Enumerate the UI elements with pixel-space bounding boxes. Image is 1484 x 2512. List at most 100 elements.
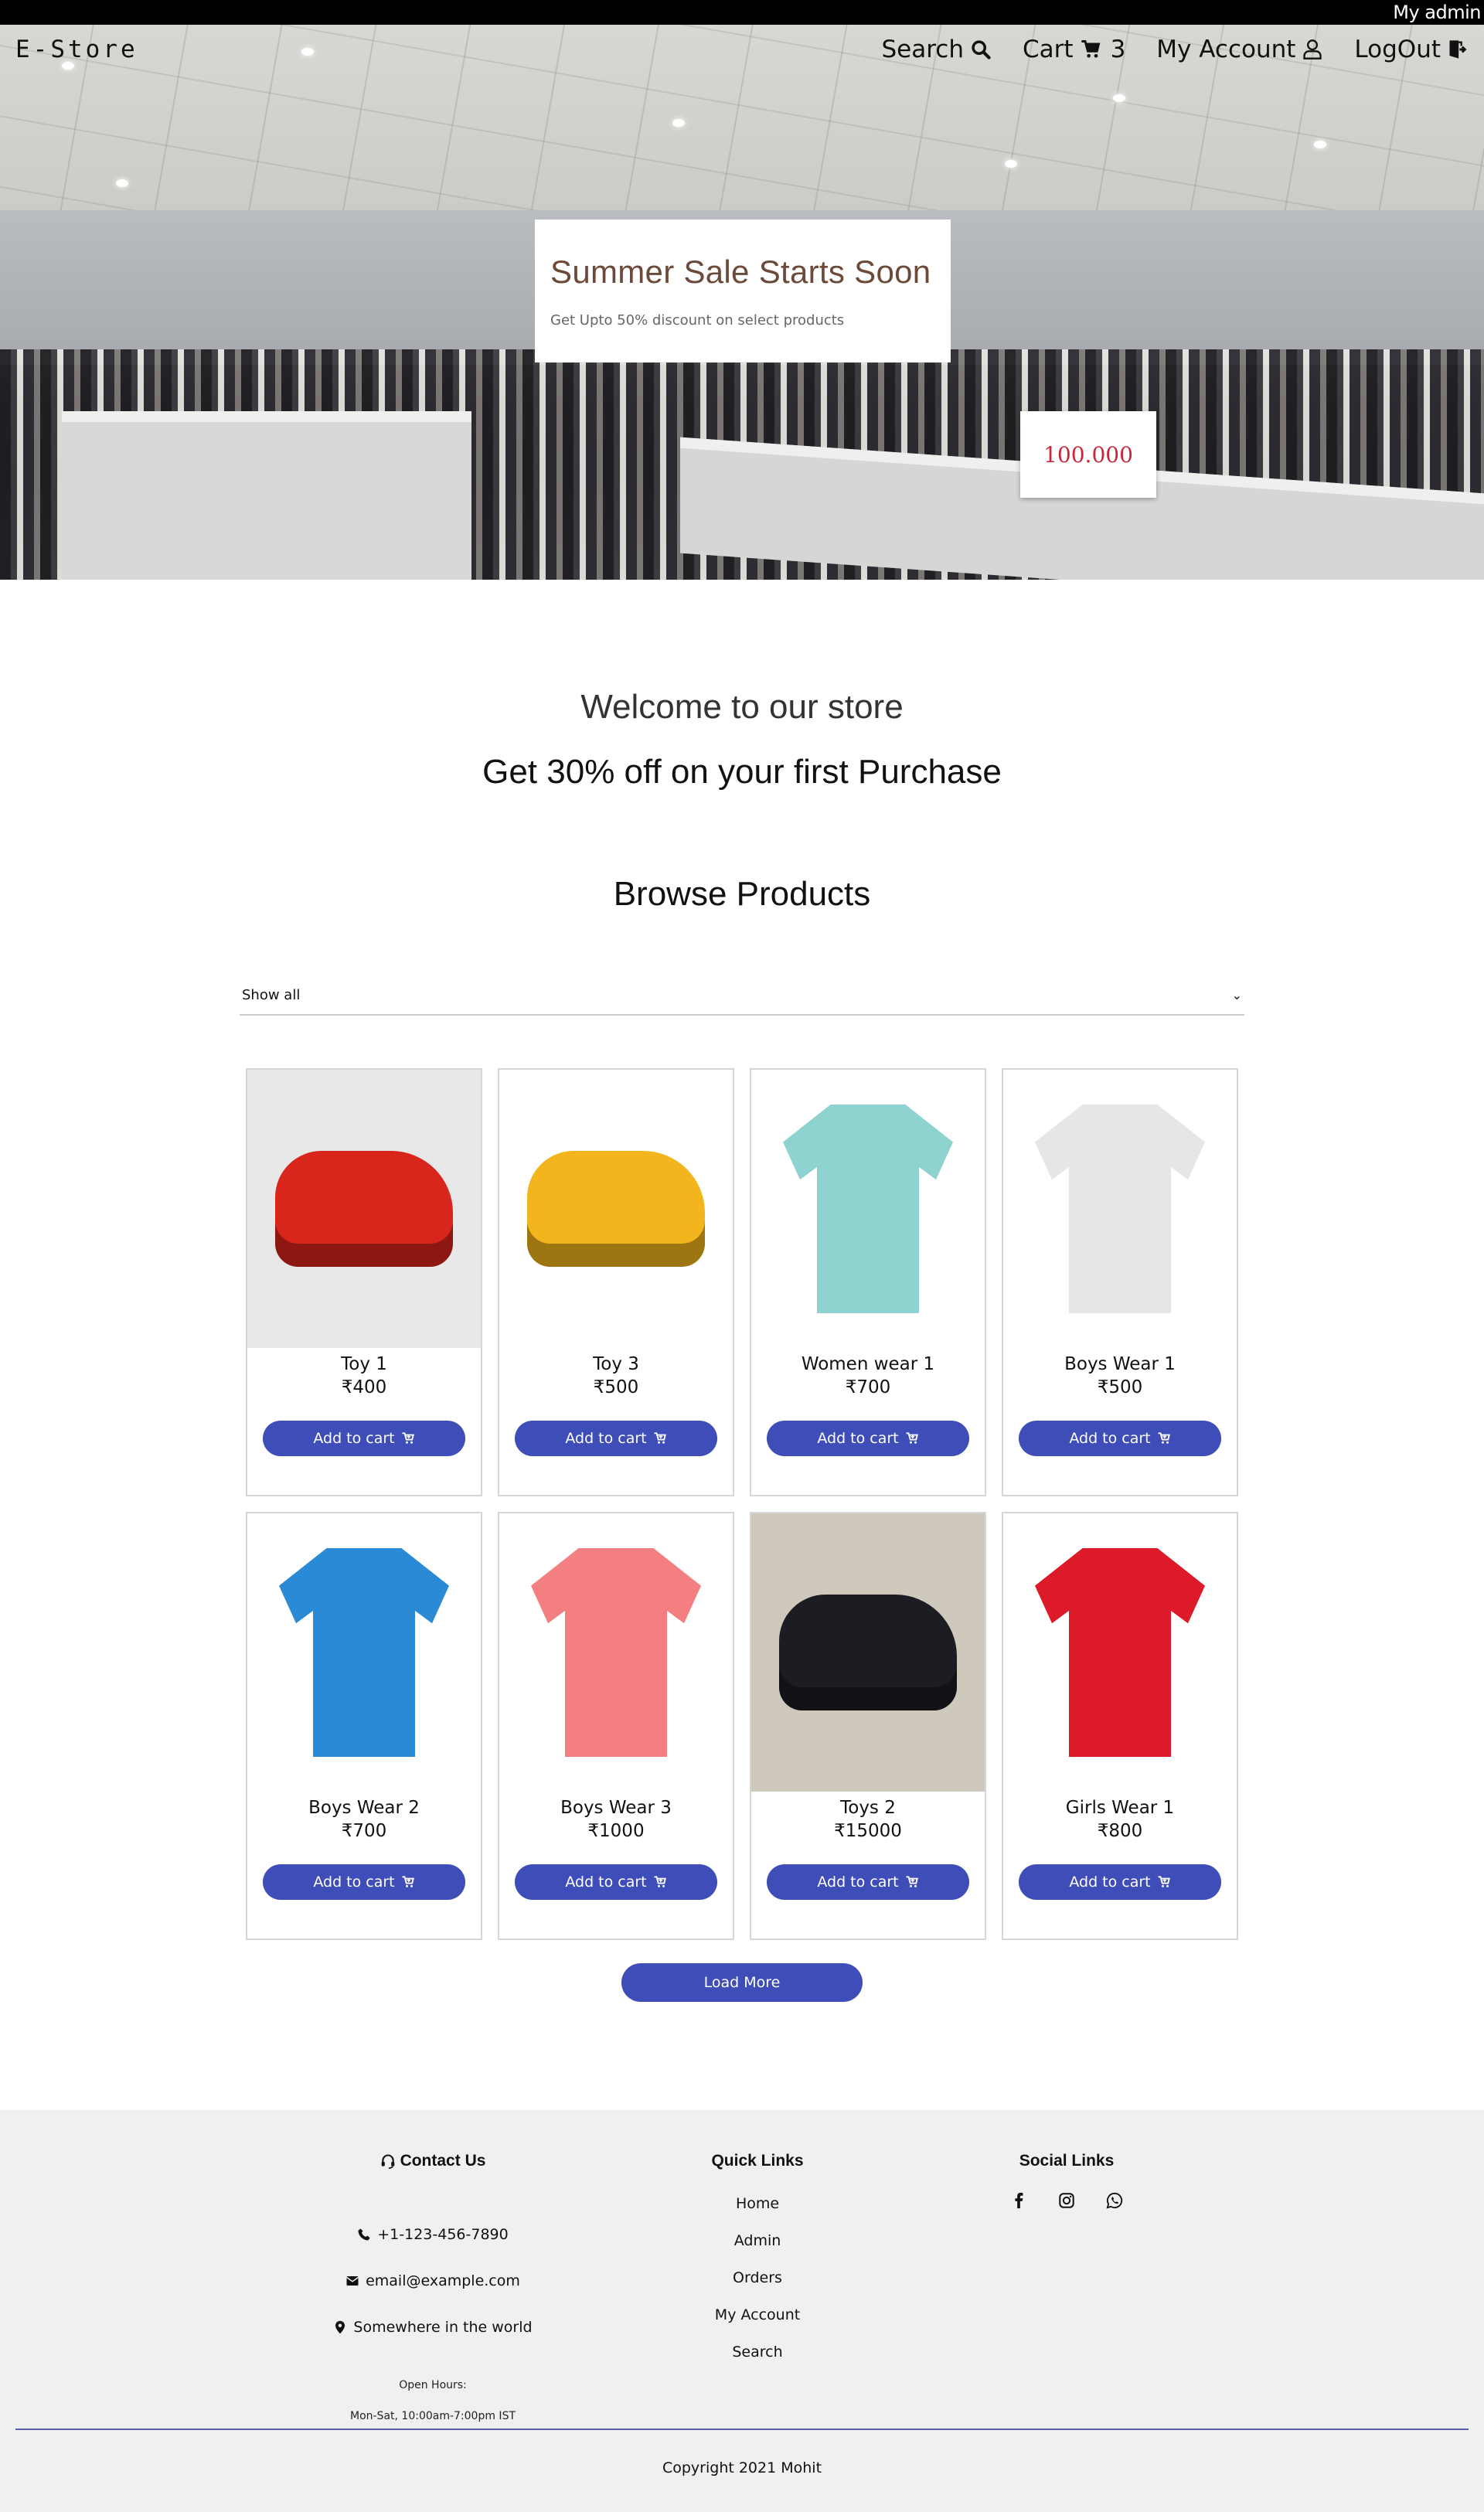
blue-ride-on-jeep-illustration	[779, 1595, 957, 1710]
product-price: ₹400	[341, 1377, 387, 1397]
add-to-cart-label: Add to cart	[565, 1874, 647, 1891]
contact-address: Somewhere in the world	[263, 2319, 603, 2336]
product-image[interactable]	[247, 1513, 481, 1792]
open-hours-value: Mon-Sat, 10:00am-7:00pm IST	[349, 2410, 516, 2422]
nav-cart-label: Cart	[1023, 36, 1074, 63]
cart-plus-icon	[906, 1432, 918, 1444]
quick-link-search[interactable]: Search	[732, 2344, 782, 2361]
welcome-section: Welcome to our store Get 30% off on your…	[0, 580, 1484, 791]
contact-email[interactable]: email@example.com	[263, 2272, 603, 2289]
product-card: Toy 1 ₹400 Add to cart	[246, 1068, 482, 1496]
nav-links: Search Cart 3 My Account LogOut	[882, 36, 1469, 63]
contact-title: Contact Us	[400, 2152, 486, 2170]
product-price: ₹700	[845, 1377, 891, 1397]
product-name: Toy 1	[341, 1354, 387, 1374]
cart-plus-icon	[654, 1432, 666, 1444]
user-icon	[1303, 39, 1322, 60]
promo-title: Summer Sale Starts Soon	[550, 254, 931, 290]
cart-plus-icon	[402, 1876, 414, 1887]
product-image[interactable]	[751, 1070, 985, 1348]
cart-plus-icon	[654, 1876, 666, 1887]
cart-icon	[1081, 40, 1100, 58]
hero-background-counter	[62, 411, 471, 580]
whatsapp-icon[interactable]	[1106, 2192, 1123, 2209]
yellow-construction-vehicles-set-illustration	[527, 1151, 705, 1267]
headset-icon	[381, 2154, 394, 2169]
product-card: Toy 3 ₹500 Add to cart	[498, 1068, 734, 1496]
welcome-offer: Get 30% off on your first Purchase	[482, 753, 1002, 791]
add-to-cart-button[interactable]: Add to cart	[767, 1421, 969, 1456]
product-name: Boys Wear 1	[1064, 1354, 1176, 1374]
category-filter-value: Show all	[242, 986, 301, 1003]
brand-logo[interactable]: E-Store	[15, 36, 138, 63]
nav-my-account-link[interactable]: My Account	[1156, 36, 1323, 63]
nav-cart-link[interactable]: Cart 3	[1023, 36, 1125, 63]
load-more-button[interactable]: Load More	[621, 1963, 863, 2002]
cart-count-badge: 3	[1110, 36, 1126, 63]
hero-price-tag: 100.000	[1020, 411, 1156, 498]
add-to-cart-button[interactable]: Add to cart	[1019, 1421, 1221, 1456]
quick-link-orders[interactable]: Orders	[733, 2269, 782, 2286]
contact-phone[interactable]: +1-123-456-7890	[263, 2226, 603, 2243]
logout-icon	[1449, 40, 1467, 59]
footer-divider	[15, 2429, 1469, 2430]
social-links-title: Social Links	[1019, 2152, 1115, 2170]
ceiling-light	[1314, 141, 1326, 148]
my-admin-link[interactable]: My admin	[1393, 2, 1481, 23]
footer-quick-links: Quick Links Home Admin Orders My Account…	[603, 2152, 912, 2422]
add-to-cart-label: Add to cart	[817, 1874, 899, 1891]
cart-plus-icon	[1158, 1876, 1170, 1887]
load-more-wrap: Load More	[0, 1963, 1484, 2002]
footer-contact: Contact Us +1-123-456-7890 email@example…	[263, 2152, 603, 2422]
envelope-icon	[346, 2276, 359, 2286]
product-price: ₹500	[593, 1377, 639, 1397]
add-to-cart-button[interactable]: Add to cart	[263, 1421, 465, 1456]
ceiling-light	[116, 179, 128, 187]
instagram-icon[interactable]	[1058, 2192, 1075, 2209]
ceiling-light	[672, 119, 685, 127]
add-to-cart-button[interactable]: Add to cart	[263, 1864, 465, 1900]
welcome-title: Welcome to our store	[580, 688, 904, 726]
copyright-text: Copyright 2021 Mohit	[662, 2459, 822, 2476]
nav-logout-link[interactable]: LogOut	[1354, 36, 1469, 63]
map-marker-icon	[335, 2320, 345, 2334]
footer-columns: Contact Us +1-123-456-7890 email@example…	[0, 2110, 1484, 2422]
product-image[interactable]	[1003, 1070, 1237, 1348]
add-to-cart-button[interactable]: Add to cart	[1019, 1864, 1221, 1900]
add-to-cart-button[interactable]: Add to cart	[515, 1421, 717, 1456]
add-to-cart-label: Add to cart	[1069, 1874, 1151, 1891]
product-price: ₹15000	[834, 1821, 902, 1841]
cart-plus-icon	[1158, 1432, 1170, 1444]
product-image[interactable]	[751, 1513, 985, 1792]
product-image[interactable]	[499, 1070, 733, 1348]
footer: Contact Us +1-123-456-7890 email@example…	[0, 2110, 1484, 2512]
social-icons	[912, 2192, 1221, 2209]
product-image[interactable]	[247, 1070, 481, 1348]
product-image[interactable]	[1003, 1513, 1237, 1792]
search-icon	[972, 40, 991, 60]
facebook-icon[interactable]	[1010, 2192, 1027, 2209]
add-to-cart-button[interactable]: Add to cart	[515, 1864, 717, 1900]
product-name: Toy 3	[593, 1354, 639, 1374]
add-to-cart-button[interactable]: Add to cart	[767, 1864, 969, 1900]
product-name: Girls Wear 1	[1065, 1798, 1175, 1818]
quick-link-admin[interactable]: Admin	[734, 2232, 781, 2249]
product-grid: Toy 1 ₹400 Add to cart Toy 3 ₹500 Add to…	[240, 1068, 1244, 1940]
red-race-car-toy-illustration	[275, 1151, 453, 1267]
product-card: Girls Wear 1 ₹800 Add to cart	[1002, 1512, 1238, 1940]
promo-subtitle: Get Upto 50% discount on select products	[550, 312, 845, 328]
product-image[interactable]	[499, 1513, 733, 1792]
quick-link-home[interactable]: Home	[736, 2195, 779, 2212]
quick-link-my-account[interactable]: My Account	[715, 2306, 800, 2323]
product-card: Toys 2 ₹15000 Add to cart	[750, 1512, 986, 1940]
contact-heading: Contact Us	[263, 2152, 603, 2170]
cart-plus-icon	[402, 1432, 414, 1444]
nav-search-link[interactable]: Search	[882, 36, 992, 63]
chevron-down-icon: ⌄	[1231, 987, 1242, 1002]
category-filter-select[interactable]: Show all ⌄	[240, 975, 1244, 1016]
promo-card: Summer Sale Starts Soon Get Upto 50% dis…	[535, 220, 951, 363]
admin-bar: My admin	[0, 0, 1484, 25]
product-price: ₹1000	[587, 1821, 645, 1841]
contact-email-text: email@example.com	[366, 2272, 520, 2289]
ceiling-light	[1113, 94, 1125, 102]
